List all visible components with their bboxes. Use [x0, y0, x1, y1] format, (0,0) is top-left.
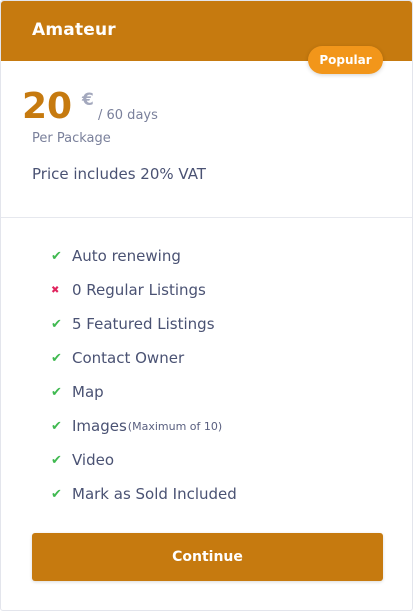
feature-label: 0 Regular Listings [72, 281, 206, 299]
check-icon: ✔ [51, 316, 62, 332]
feature-label: 5 Featured Listings [72, 315, 215, 333]
feature-item: ✔ 5 Featured Listings [51, 314, 215, 334]
pricing-card: Amateur Popular 20 € / 60 days Per Packa… [0, 0, 413, 611]
feature-label: Video [72, 451, 115, 469]
feature-item: ✔ Video [51, 450, 114, 470]
feature-item: ✔ Auto renewing [51, 246, 181, 266]
price-amount: 20 [22, 86, 73, 127]
check-icon: ✔ [51, 418, 62, 434]
feature-label: Images [72, 417, 127, 435]
feature-label: Map [72, 383, 104, 401]
plan-title: Amateur [32, 20, 116, 40]
feature-label: Contact Owner [72, 349, 185, 367]
check-icon: ✔ [51, 350, 62, 366]
cross-icon: ✖ [51, 284, 60, 296]
feature-note: (Maximum of 10) [127, 419, 223, 433]
check-icon: ✔ [51, 486, 62, 502]
check-icon: ✔ [51, 384, 62, 400]
popular-badge: Popular [308, 46, 383, 74]
price-currency: € [82, 90, 94, 110]
feature-item: ✔ Contact Owner [51, 348, 184, 368]
feature-item: ✖ 0 Regular Listings [51, 280, 206, 300]
vat-note: Price includes 20% VAT [32, 165, 206, 183]
per-package-label: Per Package [32, 131, 111, 146]
feature-item: ✔ Images (Maximum of 10) [51, 416, 222, 436]
check-icon: ✔ [51, 452, 62, 468]
check-icon: ✔ [51, 248, 62, 264]
feature-label: Auto renewing [72, 247, 181, 265]
feature-item: ✔ Mark as Sold Included [51, 484, 237, 504]
feature-label: Mark as Sold Included [72, 485, 237, 503]
price-period: / 60 days [98, 108, 158, 123]
feature-item: ✔ Map [51, 382, 104, 402]
continue-button[interactable]: Continue [32, 533, 383, 581]
divider [1, 217, 412, 218]
